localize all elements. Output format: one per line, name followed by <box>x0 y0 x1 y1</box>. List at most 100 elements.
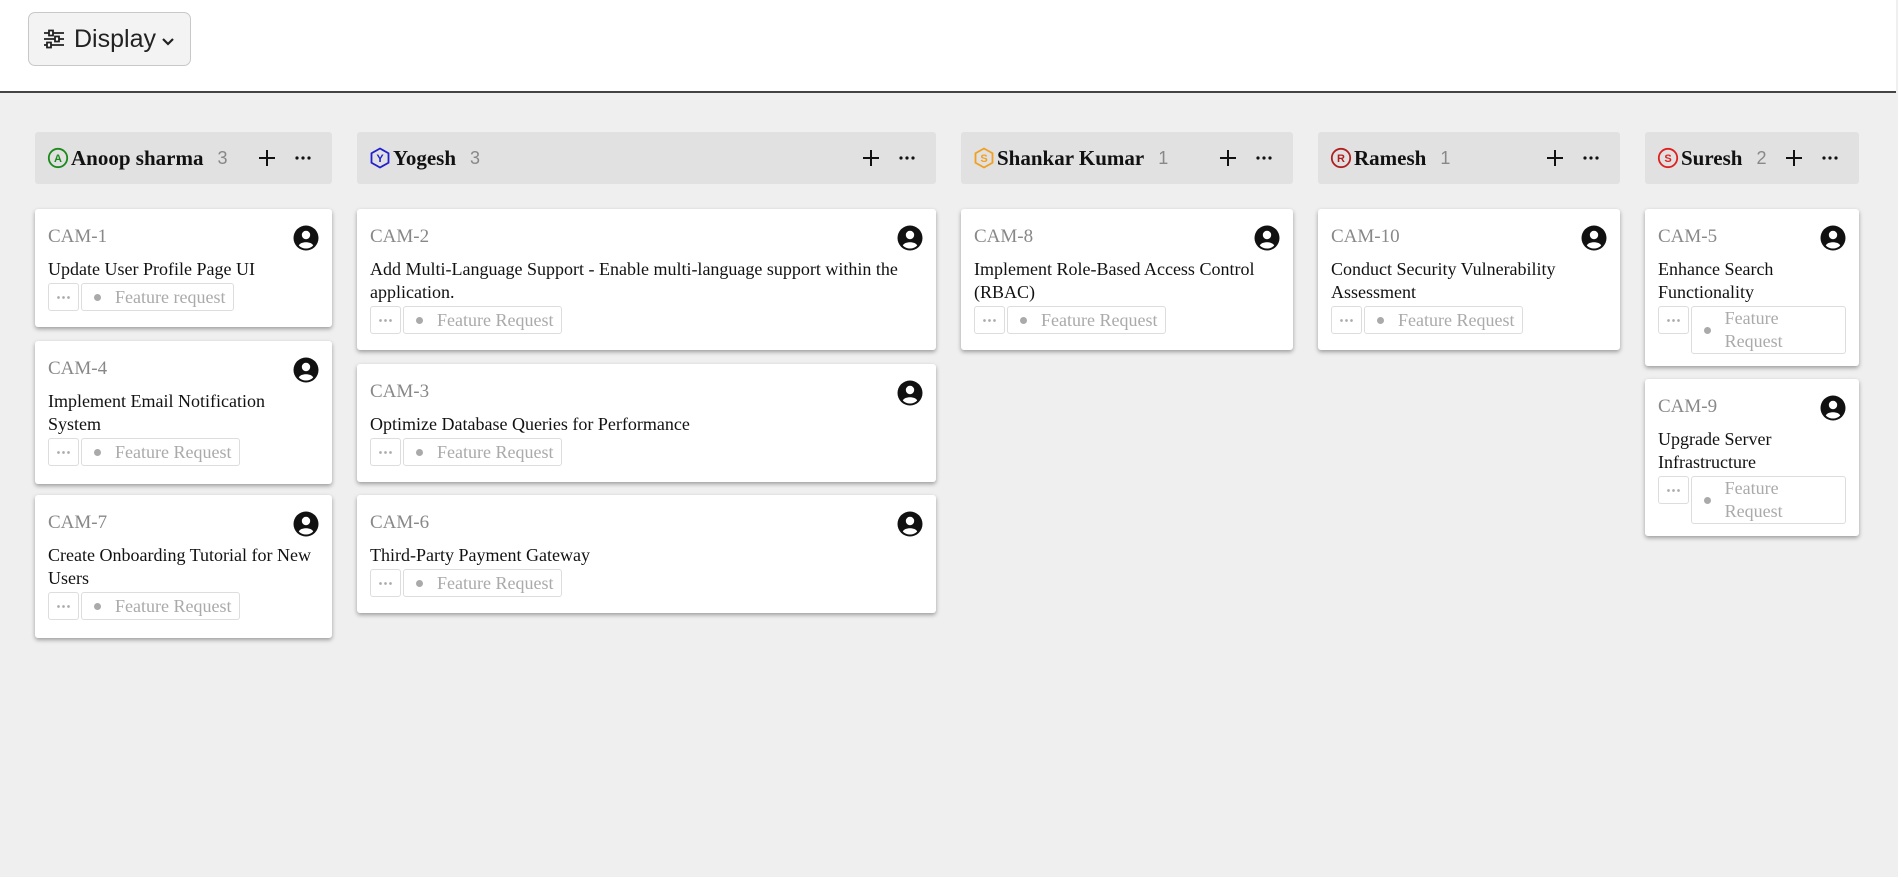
more-options-button[interactable] <box>1658 476 1689 504</box>
ellipsis-icon <box>378 318 393 323</box>
user-circle-icon[interactable] <box>293 511 319 537</box>
more-options-button[interactable] <box>974 306 1005 334</box>
column-header: S Suresh 2 <box>1645 132 1859 184</box>
user-circle-icon[interactable] <box>1581 225 1607 251</box>
label-dot-icon <box>1703 326 1711 334</box>
label-dot-icon <box>416 316 423 324</box>
plus-icon[interactable] <box>1219 149 1237 167</box>
board-column: S Suresh 2 CAM-5 Enhance Search Functionalit… <box>1645 132 1859 536</box>
issue-tags: Feature Request <box>974 306 1280 334</box>
issue-title: Enhance Search Functionality <box>1658 259 1774 302</box>
more-options-button[interactable] <box>48 592 79 620</box>
column-title: Ramesh <box>1354 145 1427 170</box>
issue-card[interactable]: CAM-4 Implement Email Notification System… <box>35 341 332 484</box>
column-title: Suresh <box>1681 145 1743 170</box>
label-tag[interactable]: Feature Request <box>1690 306 1846 354</box>
issue-title: Implement Email Notification System <box>48 391 265 434</box>
issue-card[interactable]: CAM-5 Enhance Search Functionality Feature… <box>1645 209 1859 366</box>
ellipsis-icon[interactable] <box>1582 155 1600 161</box>
ellipsis-icon <box>1339 318 1354 323</box>
assignee-avatar-icon: S <box>973 147 995 169</box>
ellipsis-icon <box>56 604 71 609</box>
column-count: 2 <box>1756 147 1767 168</box>
svg-text:A: A <box>54 153 62 165</box>
issue-card[interactable]: CAM-7 Create Onboarding Tutorial for New … <box>35 495 332 638</box>
more-options-button[interactable] <box>48 283 79 311</box>
ellipsis-icon <box>378 581 393 586</box>
label-dot-icon <box>94 293 101 301</box>
ellipsis-icon[interactable] <box>294 155 312 161</box>
label-dot-icon <box>416 579 423 587</box>
column-title: Yogesh <box>393 145 457 170</box>
more-options-button[interactable] <box>1331 306 1362 334</box>
label-tag[interactable]: Feature Request <box>403 306 563 334</box>
label-tag[interactable]: Feature request <box>81 283 235 311</box>
label-text: Feature Request <box>1398 309 1515 330</box>
board-column: Y Yogesh 3 CAM-2 Add Multi-Language Support … <box>357 132 936 613</box>
issue-title: Third-Party Payment Gateway <box>370 545 590 565</box>
issue-card[interactable]: CAM-1 Update User Profile Page UI Feature … <box>35 209 332 327</box>
issue-id: CAM-10 <box>1331 226 1400 247</box>
more-options-button[interactable] <box>370 306 401 334</box>
issue-card[interactable]: CAM-2 Add Multi-Language Support - Enable… <box>357 209 936 350</box>
more-options-button[interactable] <box>370 438 401 466</box>
assignee-avatar-icon: A <box>47 147 69 169</box>
user-circle-icon[interactable] <box>1254 225 1280 251</box>
label-dot-icon <box>1020 316 1027 324</box>
label-tag[interactable]: Feature Request <box>81 438 241 466</box>
top-toolbar: Display <box>0 0 1896 93</box>
ellipsis-icon[interactable] <box>1821 155 1839 161</box>
issue-card[interactable]: CAM-6 Third-Party Payment Gateway Feature … <box>357 495 936 613</box>
label-tag[interactable]: Feature Request <box>1690 476 1846 524</box>
column-title: Anoop sharma <box>71 145 204 170</box>
issue-id: CAM-4 <box>48 358 108 379</box>
plus-icon[interactable] <box>1785 149 1803 167</box>
issue-id: CAM-3 <box>370 381 430 402</box>
svg-text:Y: Y <box>376 153 384 165</box>
label-dot-icon <box>94 448 101 456</box>
issue-tags: Feature Request <box>1331 306 1607 334</box>
label-text: Feature Request <box>437 309 554 330</box>
issue-title: Upgrade Server Infrastructure <box>1658 429 1772 472</box>
ellipsis-icon[interactable] <box>898 155 916 161</box>
label-tag[interactable]: Feature Request <box>81 592 241 620</box>
issue-title: Update User Profile Page UI <box>48 259 255 279</box>
user-circle-icon[interactable] <box>1820 395 1846 421</box>
plus-icon[interactable] <box>258 149 276 167</box>
label-text: Feature request <box>115 286 226 307</box>
label-tag[interactable]: Feature Request <box>403 569 563 597</box>
user-circle-icon[interactable] <box>293 225 319 251</box>
board-column: R Ramesh 1 CAM-10 Conduct Security Vulnerabi… <box>1318 132 1620 350</box>
user-circle-icon[interactable] <box>897 225 923 251</box>
board-column: A Anoop sharma 3 CAM-1 Update User Profile P… <box>35 132 332 638</box>
display-button[interactable]: Display <box>28 12 191 66</box>
issue-id: CAM-5 <box>1658 226 1718 247</box>
user-circle-icon[interactable] <box>1820 225 1846 251</box>
issue-card[interactable]: CAM-9 Upgrade Server Infrastructure Featur… <box>1645 379 1859 536</box>
label-tag[interactable]: Feature Request <box>1364 306 1524 334</box>
user-circle-icon[interactable] <box>897 380 923 406</box>
more-options-button[interactable] <box>1658 306 1689 334</box>
issue-id: CAM-2 <box>370 226 430 247</box>
plus-icon[interactable] <box>1546 149 1564 167</box>
label-text: Feature Request <box>1041 309 1158 330</box>
issue-card[interactable]: CAM-3 Optimize Database Queries for Perfo… <box>357 364 936 482</box>
user-circle-icon[interactable] <box>897 511 923 537</box>
issue-id: CAM-6 <box>370 512 430 533</box>
user-circle-icon[interactable] <box>293 357 319 383</box>
ellipsis-icon <box>56 295 71 300</box>
ellipsis-icon <box>982 318 997 323</box>
assignee-avatar-icon: R <box>1330 147 1352 169</box>
issue-card[interactable]: CAM-8 Implement Role-Based Access Control… <box>961 209 1293 350</box>
issue-id: CAM-9 <box>1658 396 1718 417</box>
svg-text:S: S <box>980 153 987 165</box>
plus-icon[interactable] <box>862 149 880 167</box>
label-tag[interactable]: Feature Request <box>1007 306 1167 334</box>
more-options-button[interactable] <box>370 569 401 597</box>
issue-card[interactable]: CAM-10 Conduct Security Vulnerability Ass… <box>1318 209 1620 350</box>
label-tag[interactable]: Feature Request <box>403 438 563 466</box>
issue-tags: Feature Request <box>370 569 923 597</box>
ellipsis-icon <box>378 450 393 455</box>
more-options-button[interactable] <box>48 438 79 466</box>
ellipsis-icon[interactable] <box>1255 155 1273 161</box>
